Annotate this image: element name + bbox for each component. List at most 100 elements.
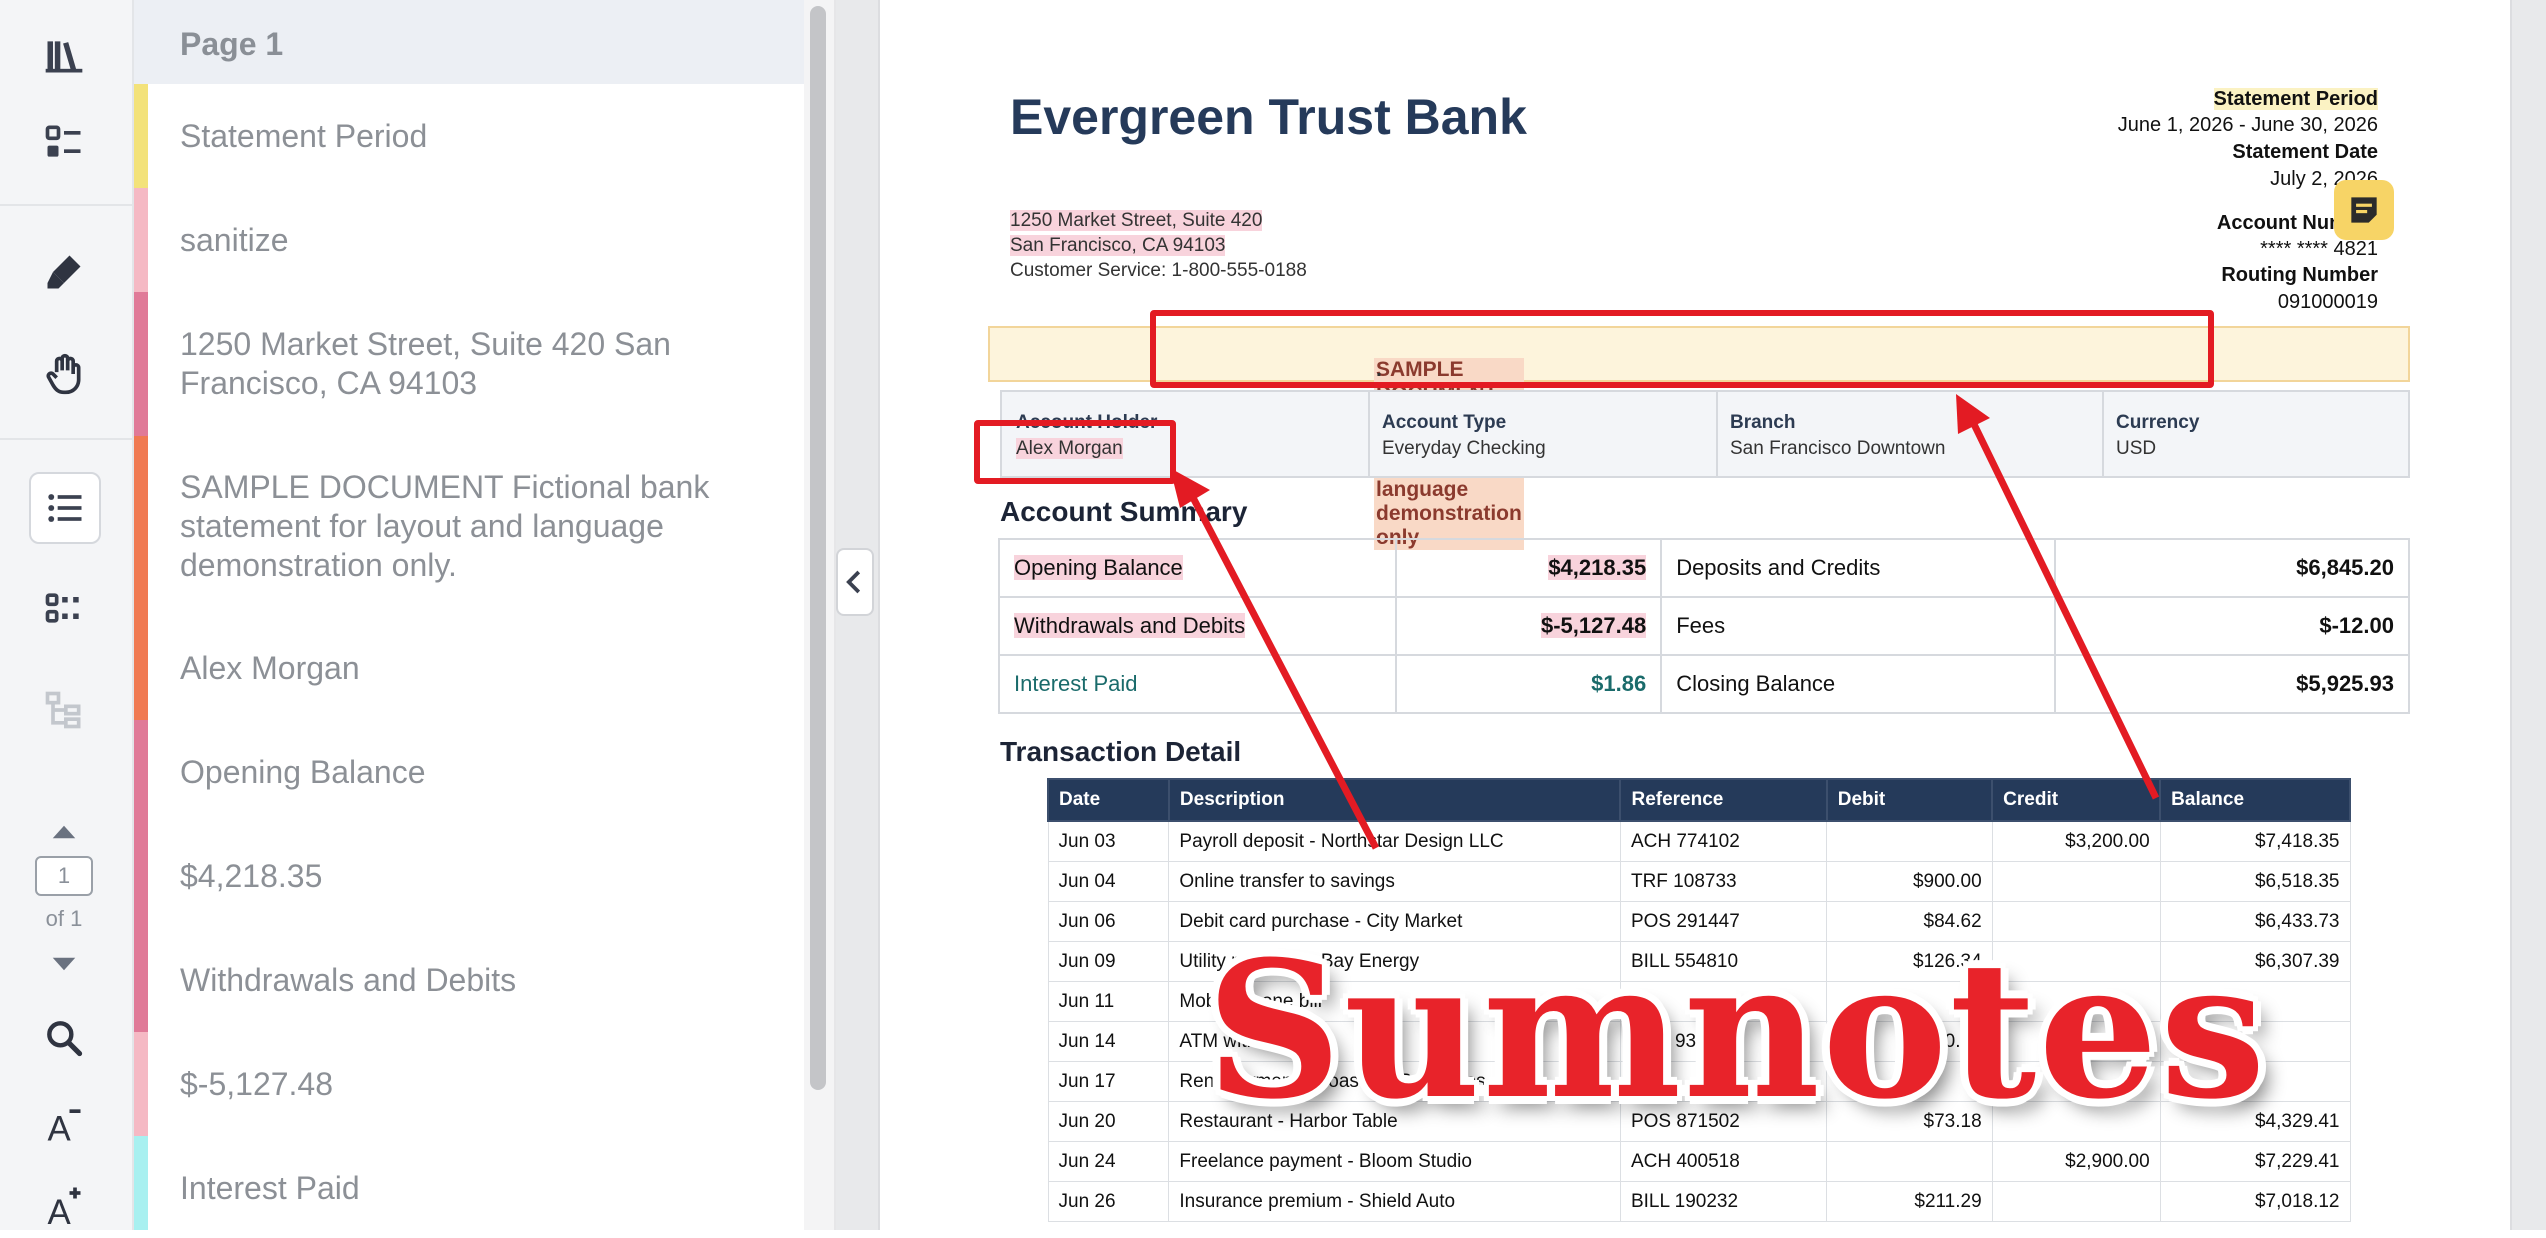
outline-item-color-bar [134,928,148,1032]
tx-cell: Jun 14 [1047,1021,1170,1062]
info-label: Branch [1730,412,1796,433]
collapse-panel-button[interactable] [836,548,874,616]
annotation-box-account-holder [974,420,1176,484]
summary-cell: Closing Balance [1660,654,2056,714]
account-number-value: **** **** 4821 [2260,238,2378,260]
account-type-cell: Account Type Everyday Checking [1368,392,1718,476]
tx-header-cell: Description [1167,778,1622,822]
tx-header-cell: Credit [1991,778,2162,822]
summary-cell: $1.86 [1394,654,1663,714]
outline-page-header[interactable]: Page 1 [134,0,804,84]
tx-cell: Online transfer to savings [1168,861,1621,902]
tx-cell: Jun 11 [1047,981,1170,1022]
outline-item[interactable]: 1250 Market Street, Suite 420 San Franci… [134,292,804,438]
account-summary-title: Account Summary [1000,496,1248,527]
font-increase-icon[interactable]: A [30,1170,98,1238]
info-label: Currency [2116,412,2200,433]
outline-item[interactable]: SAMPLE DOCUMENT Fictional bank statement… [134,436,804,618]
info-value: Everyday Checking [1382,438,1546,459]
statement-period-label: Statement Period [2213,88,2378,110]
chevron-left-icon [846,570,861,594]
outline-item[interactable]: $4,218.35 [134,824,804,930]
outline-item-label: Interest Paid [180,1169,360,1206]
summary-cell: Deposits and Credits [1660,538,2056,598]
outline-item-color-bar [134,824,148,928]
page-down-icon[interactable] [30,944,98,984]
hand-icon[interactable] [30,340,98,408]
bank-name: Evergreen Trust Bank [1010,89,1527,145]
outline-item[interactable]: Statement Period [134,84,804,190]
tx-row: Jun 26 Insurance premium - Shield Auto BIL… [1047,1181,2351,1222]
tx-header-cell: Date [1047,778,1170,822]
outline-item[interactable]: Opening Balance [134,720,804,826]
summary-cell: $4,218.35 [1394,538,1663,598]
highlighter-icon[interactable] [30,238,98,306]
info-label: Account Type [1382,412,1507,433]
outline-item-color-bar [134,188,148,292]
tx-row: Jun 03 Payroll deposit - Northstar Design… [1047,820,2351,862]
svg-text:A: A [48,1110,72,1147]
outline-item-label: sanitize [180,221,289,258]
left-toolbar: of 1 A A [0,0,134,1230]
info-value: USD [2116,438,2157,459]
tx-cell: $7,418.35 [2159,820,2351,862]
info-value: San Francisco Downtown [1730,438,1946,459]
outline-item[interactable]: sanitize [134,188,804,294]
outline-item[interactable]: Interest Paid [134,1136,804,1230]
outline-item[interactable]: Withdrawals and Debits [134,928,804,1034]
outline-item-label: Alex Morgan [180,649,360,686]
tree-icon [30,676,98,744]
sumnotes-watermark: Sumnotes [1206,920,2268,1141]
outline-item-label: $4,218.35 [180,857,323,894]
tx-cell: $211.29 [1826,1181,1993,1222]
tx-cell: Jun 03 [1047,820,1170,862]
outline-item[interactable]: $-5,127.48 [134,1032,804,1138]
outline-item[interactable]: Alex Morgan [134,616,804,722]
tx-cell: Jun 06 [1047,901,1170,942]
summary-row: Interest Paid $1.86 Closing Balance $5,925.… [998,654,2411,714]
summary-cell: Fees [1660,596,2056,656]
tx-cell [1991,861,2161,902]
font-decrease-icon[interactable]: A [30,1090,98,1158]
summary-cell: Interest Paid [998,654,1397,714]
statement-period-value: June 1, 2026 - June 30, 2026 [2117,114,2378,136]
tx-cell [1991,1181,2161,1222]
outline-item-color-bar [134,1032,148,1136]
tx-cell: Jun 24 [1047,1141,1170,1182]
tx-cell: Jun 20 [1047,1101,1170,1142]
address-line-1: 1250 Market Street, Suite 420 [1010,210,1263,231]
outline-scrollbar-thumb[interactable] [810,6,826,1090]
outline-list-icon[interactable] [29,472,101,544]
outline-item-label: Withdrawals and Debits [180,961,517,998]
annotation-box-notice [1150,310,2214,388]
summary-row: Withdrawals and Debits $-5,127.48 Fees $-12… [998,596,2411,656]
tx-cell: $900.00 [1826,861,1993,902]
customer-service: Customer Service: 1-800-555-0188 [1010,260,1307,281]
routing-number-label: Routing Number [2221,264,2378,286]
currency-cell: Currency USD [2102,392,2408,476]
page-count-label: of 1 [45,906,83,931]
svg-text:A: A [48,1193,72,1226]
tx-cell: Jun 26 [1047,1181,1170,1222]
tx-cell: Payroll deposit - Northstar Design LLC [1168,820,1621,862]
tx-cell [1826,820,1993,862]
search-icon[interactable] [30,1004,98,1072]
tx-cell: Jun 09 [1047,941,1170,982]
address-line-2: San Francisco, CA 94103 [1010,235,1226,256]
tx-row: Jun 04 Online transfer to savings TRF 1087… [1047,861,2351,902]
toolbar-divider [0,204,132,206]
tx-cell: Jun 17 [1047,1061,1170,1102]
page-number-input[interactable] [35,856,93,896]
outline-item-color-bar [134,1136,148,1230]
tx-cell: TRF 108733 [1619,861,1828,902]
summary-row: Opening Balance $4,218.35 Deposits and Cre… [998,538,2411,598]
grid-icon[interactable] [30,574,98,642]
checklist-icon[interactable] [30,108,98,176]
summary-cell: Opening Balance [998,538,1397,598]
sticky-note-icon[interactable] [2334,180,2394,240]
page-up-icon[interactable] [30,812,98,852]
account-info-box: Account Holder Alex Morgan Account Type … [1000,390,2410,478]
account-summary-table: Opening Balance $4,218.35 Deposits and Cre… [998,538,2411,714]
library-icon[interactable] [30,22,98,90]
tx-cell: $7,018.12 [2159,1181,2351,1222]
